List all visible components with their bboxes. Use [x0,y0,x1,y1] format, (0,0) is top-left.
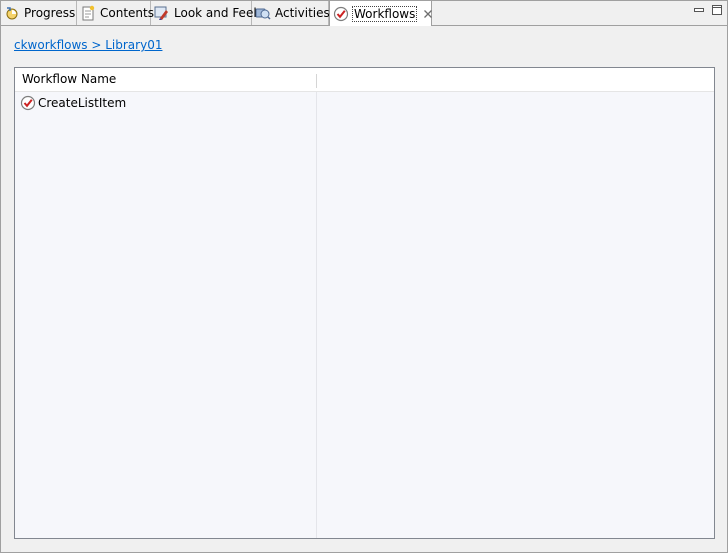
activities-icon [255,5,271,21]
tab-contents[interactable]: Contents [77,1,154,25]
tab-activities-label: Activities [275,6,330,20]
workflow-name-cell: CreateListItem [38,96,127,110]
tab-activities[interactable]: Activities [252,1,330,25]
table-header: Workflow Name [15,68,714,92]
workflows-icon [333,6,349,22]
maximize-icon[interactable] [712,4,722,15]
tab-progress[interactable]: Progress [1,1,77,25]
tab-bar: Progress Contents Look and Feel Activiti… [1,1,727,26]
minimize-icon[interactable] [694,4,704,14]
close-icon[interactable] [422,8,434,20]
workflows-view: Progress Contents Look and Feel Activiti… [0,0,728,553]
table-row[interactable]: CreateListItem [15,92,315,114]
tab-contents-label: Contents [100,6,154,20]
look-and-feel-icon [154,5,170,21]
column-header-empty[interactable] [317,68,714,91]
tab-workflows[interactable]: Workflows [329,1,434,26]
tab-progress-label: Progress [24,6,76,20]
content-area: ckworkflows > Library01 Workflow Name Cr… [1,26,727,552]
tab-workflows-label: Workflows [351,5,418,22]
column-divider [316,92,317,538]
column-header-workflow-name[interactable]: Workflow Name [15,68,316,91]
workflow-icon [20,95,36,111]
progress-icon [4,5,20,21]
contents-icon [80,5,96,21]
workflow-table: Workflow Name CreateListItem [14,67,715,539]
tab-look-and-feel-label: Look and Feel [174,6,257,20]
tab-look-and-feel[interactable]: Look and Feel [151,1,257,25]
breadcrumb[interactable]: ckworkflows > Library01 [14,38,162,52]
